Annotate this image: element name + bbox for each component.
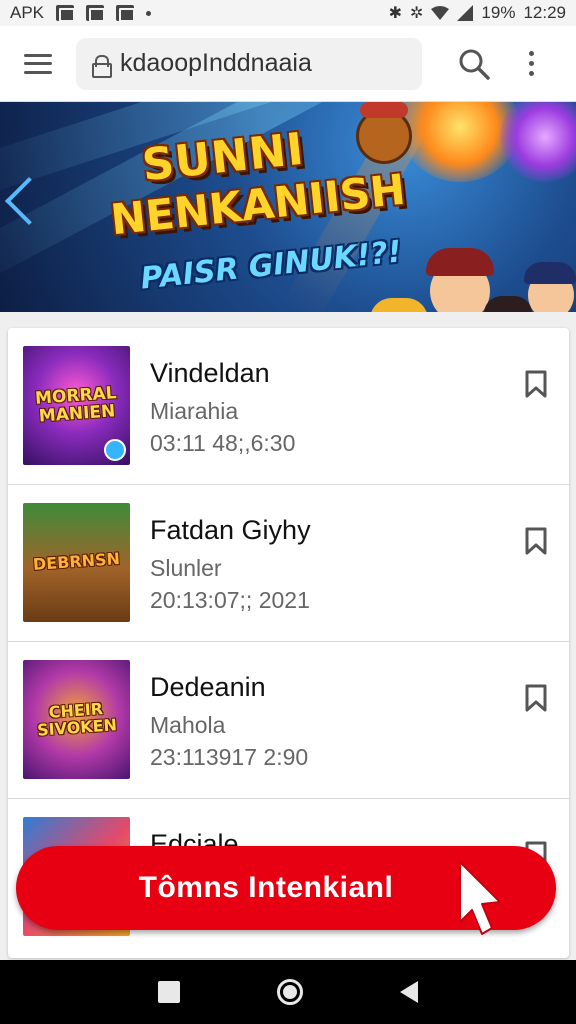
list-item[interactable]: DEBRNSN Fatdan Giyhy Slunler 20:13:07;; … bbox=[8, 485, 569, 642]
bookmark-icon[interactable] bbox=[525, 684, 547, 712]
game-thumbnail: CHEIR SIVOKEN bbox=[23, 660, 130, 779]
status-app-label: APK bbox=[10, 3, 45, 22]
item-date: 23:113917 2:90 bbox=[150, 744, 309, 770]
image-notification-icon-2 bbox=[86, 5, 106, 22]
item-date: 03:11 48;,6:30 bbox=[150, 430, 296, 456]
item-subtitle: Slunler bbox=[150, 555, 222, 581]
battery-level: 19% bbox=[481, 3, 516, 22]
primary-cta-button[interactable]: Tômns Intenkianl bbox=[16, 846, 556, 935]
game-thumbnail-text: DEBRNSN bbox=[32, 549, 121, 575]
character-goblin-hat bbox=[360, 102, 408, 118]
overflow-dot bbox=[528, 51, 534, 56]
status-bar: APK ✱ ✲ 19% 12:29 bbox=[0, 0, 576, 26]
pointer-cursor-icon bbox=[459, 861, 501, 935]
character-hero-hair bbox=[426, 248, 494, 276]
game-thumbnail: MORRAL MANIEN bbox=[23, 346, 130, 465]
item-title: Dedeanin bbox=[150, 672, 266, 702]
home-button-icon[interactable] bbox=[276, 979, 303, 1005]
character-girl-2-hair bbox=[484, 296, 532, 312]
browser-toolbar: kdaoopInddnaaia bbox=[0, 26, 576, 102]
game-thumbnail-text: MORRAL MANIEN bbox=[34, 382, 118, 427]
url-text: kdaoopInddnaaia bbox=[120, 49, 312, 77]
item-title: Fatdan Giyhy bbox=[150, 515, 311, 545]
wifi-icon bbox=[431, 6, 450, 20]
overflow-dot bbox=[528, 61, 534, 66]
menu-button[interactable] bbox=[0, 26, 76, 102]
status-left: APK bbox=[10, 3, 152, 23]
cta-label: Tômns Intenkianl bbox=[138, 871, 394, 904]
vibrate-icon: ✲ bbox=[410, 5, 424, 22]
signal-icon bbox=[457, 5, 474, 21]
address-bar[interactable]: kdaoopInddnaaia bbox=[76, 37, 422, 90]
banner-subtitle: PAISR GINUK!?! bbox=[138, 234, 404, 297]
lock-icon bbox=[92, 54, 112, 78]
more-notifications-icon bbox=[146, 10, 152, 16]
bookmark-icon[interactable] bbox=[525, 527, 547, 555]
banner-glow bbox=[500, 102, 576, 182]
list-item[interactable]: MORRAL MANIEN Vindeldan Miarahia 03:11 4… bbox=[8, 328, 569, 485]
gamepad-icon bbox=[104, 439, 126, 461]
hamburger-icon bbox=[24, 53, 52, 74]
character-boy-hair bbox=[524, 262, 576, 284]
overflow-menu-button[interactable] bbox=[506, 32, 556, 96]
search-icon bbox=[459, 49, 490, 80]
item-title: Vindeldan bbox=[150, 358, 270, 388]
overflow-dot bbox=[528, 71, 534, 76]
clock: 12:29 bbox=[523, 3, 566, 22]
back-button-icon[interactable] bbox=[399, 981, 418, 1003]
image-notification-icon bbox=[56, 5, 76, 22]
item-subtitle: Mahola bbox=[150, 712, 226, 738]
system-nav-bar bbox=[0, 960, 576, 1024]
game-thumbnail: DEBRNSN bbox=[23, 503, 130, 622]
search-button[interactable] bbox=[442, 32, 506, 96]
promo-banner[interactable]: SUNNI NENKANIISH PAISR GINUK!?! bbox=[0, 102, 576, 312]
character-girl-hair bbox=[370, 298, 428, 312]
list-item[interactable]: CHEIR SIVOKEN Dedeanin Mahola 23:113917 … bbox=[8, 642, 569, 799]
gallery-notification-icon bbox=[116, 5, 136, 22]
game-thumbnail-text: CHEIR SIVOKEN bbox=[36, 698, 118, 740]
bookmark-icon[interactable] bbox=[525, 370, 547, 398]
item-subtitle: Miarahia bbox=[150, 398, 239, 424]
recents-button-icon[interactable] bbox=[158, 981, 181, 1003]
status-right: ✱ ✲ 19% 12:29 bbox=[389, 3, 566, 23]
bluetooth-icon: ✱ bbox=[388, 5, 403, 22]
item-date: 20:13:07;; 2021 bbox=[150, 587, 310, 613]
